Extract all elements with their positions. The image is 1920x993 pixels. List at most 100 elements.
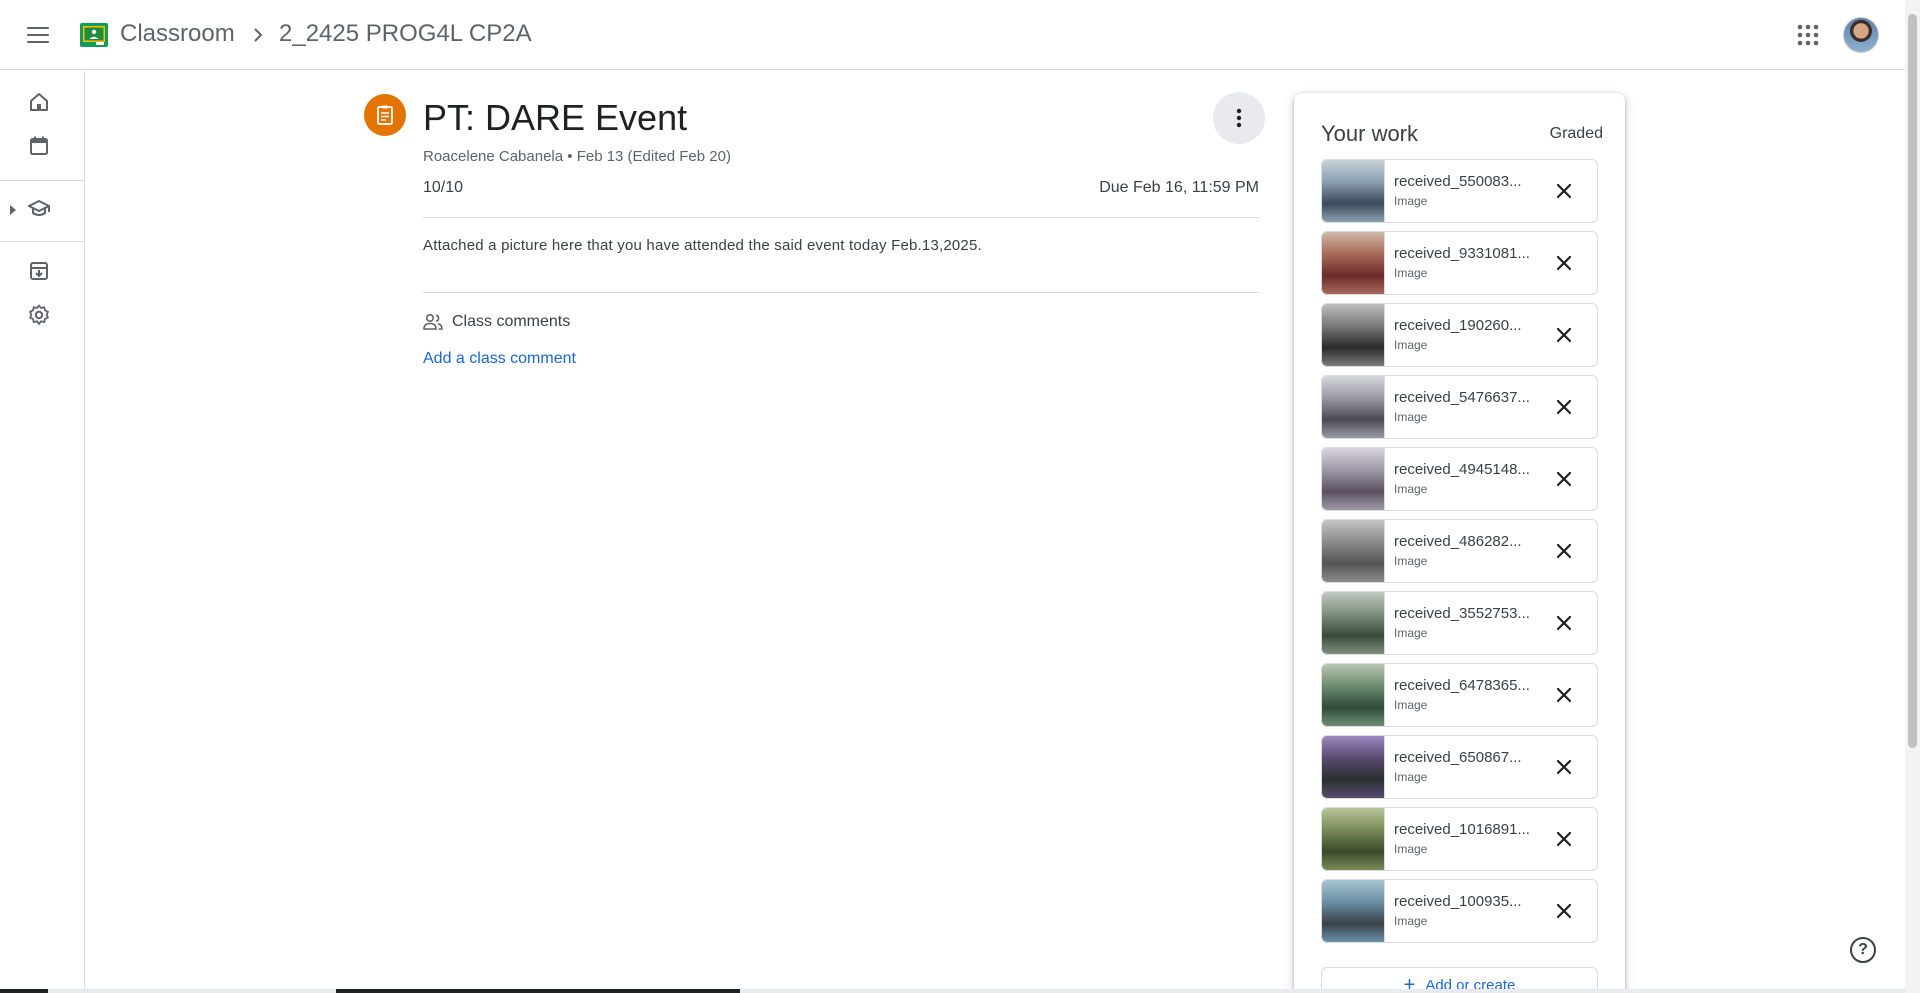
people-icon [423,313,443,330]
close-icon [1556,615,1572,631]
remove-attachment-button[interactable] [1548,895,1580,927]
attachment-type: Image [1394,338,1428,352]
bottom-progress-strip [0,989,1905,993]
remove-attachment-button[interactable] [1548,247,1580,279]
image-thumbnail [1322,160,1385,222]
assignment-points: 10/10 [423,179,464,196]
classroom-logo[interactable] [80,23,108,47]
chevron-right-icon [254,28,263,42]
more-options-button[interactable] [1213,92,1265,144]
rail-archived[interactable] [22,254,56,288]
attachment-name: received_1016891... [1394,821,1530,838]
expand-caret-icon[interactable] [9,204,17,216]
divider [423,217,1259,218]
clipboard-icon [377,105,393,125]
attachment-name: received_650867... [1394,749,1522,766]
rail-settings[interactable] [22,298,56,332]
work-status: Graded [1549,125,1603,142]
assignment-instructions: Attached a picture here that you have at… [423,237,982,254]
attachment-card[interactable]: received_6478365... Image [1321,663,1598,727]
divider [423,292,1259,293]
attachment-list: received_550083... Image received_9331081.… [1321,159,1598,951]
course-title[interactable]: 2_2425 PROG4L CP2A [279,18,532,50]
image-thumbnail [1322,808,1385,870]
image-thumbnail [1322,880,1385,942]
remove-attachment-button[interactable] [1548,751,1580,783]
close-icon [1556,399,1572,415]
attachment-type: Image [1394,482,1428,496]
account-avatar[interactable] [1843,17,1879,53]
rail-divider [0,180,85,181]
add-class-comment-link[interactable]: Add a class comment [423,349,576,369]
attachment-card[interactable]: received_190260... Image [1321,303,1598,367]
assignment-icon [364,94,406,136]
image-thumbnail [1322,304,1385,366]
attachment-card[interactable]: received_3552753... Image [1321,591,1598,655]
google-apps-icon[interactable] [1794,21,1822,49]
app-title[interactable]: Classroom [120,18,235,50]
remove-attachment-button[interactable] [1548,463,1580,495]
attachment-card[interactable]: received_486282... Image [1321,519,1598,583]
rail-home[interactable] [22,85,56,119]
remove-attachment-button[interactable] [1548,319,1580,351]
attachment-type: Image [1394,266,1428,280]
remove-attachment-button[interactable] [1548,823,1580,855]
assignment-title: PT: DARE Event [423,97,688,138]
attachment-card[interactable]: received_9331081... Image [1321,231,1598,295]
attachment-card[interactable]: received_4945148... Image [1321,447,1598,511]
attachment-name: received_9331081... [1394,245,1530,262]
close-icon [1556,687,1572,703]
attachment-name: received_6478365... [1394,677,1530,694]
close-icon [1556,543,1572,559]
attachment-name: received_190260... [1394,317,1522,334]
calendar-icon [30,136,48,155]
scrollbar-thumb[interactable] [1908,14,1917,748]
attachment-type: Image [1394,698,1428,712]
attachment-card[interactable]: received_100935... Image [1321,879,1598,943]
main-menu-button[interactable] [18,17,58,53]
settings-icon [29,304,49,325]
main-menu-icon [27,27,49,43]
help-button[interactable]: ? [1850,937,1876,963]
image-thumbnail [1322,376,1385,438]
close-icon [1556,255,1572,271]
close-icon [1556,903,1572,919]
remove-attachment-button[interactable] [1548,175,1580,207]
attachment-type: Image [1394,554,1428,568]
image-thumbnail [1322,448,1385,510]
attachment-name: received_3552753... [1394,605,1530,622]
class-comments-title: Class comments [452,313,571,330]
remove-attachment-button[interactable] [1548,607,1580,639]
remove-attachment-button[interactable] [1548,391,1580,423]
close-icon [1556,759,1572,775]
more-vert-icon [1236,108,1242,128]
rail-divider [0,241,85,242]
rail-calendar[interactable] [22,129,56,163]
remove-attachment-button[interactable] [1548,535,1580,567]
attachment-type: Image [1394,626,1428,640]
archived-classes-icon [30,262,48,280]
attachment-type: Image [1394,842,1428,856]
remove-attachment-button[interactable] [1548,679,1580,711]
assignment-meta: Roacelene Cabanela • Feb 13 (Edited Feb … [423,148,731,165]
attachment-card[interactable]: received_650867... Image [1321,735,1598,799]
attachment-type: Image [1394,194,1428,208]
close-icon [1556,831,1572,847]
attachment-card[interactable]: received_5476637... Image [1321,375,1598,439]
close-icon [1556,327,1572,343]
enrolled-icon [28,200,50,216]
attachment-card[interactable]: received_1016891... Image [1321,807,1598,871]
rail-enrolled[interactable] [22,192,56,226]
image-thumbnail [1322,736,1385,798]
attachment-name: received_4945148... [1394,461,1530,478]
image-thumbnail [1322,232,1385,294]
assignment-due-date: Due Feb 16, 11:59 PM [1099,179,1259,196]
close-icon [1556,471,1572,487]
home-icon [30,93,48,111]
attachment-card[interactable]: received_550083... Image [1321,159,1598,223]
close-icon [1556,183,1572,199]
attachment-name: received_100935... [1394,893,1522,910]
image-thumbnail [1322,592,1385,654]
your-work-panel: Your work Graded received_550083... Image… [1294,93,1625,993]
attachment-type: Image [1394,914,1428,928]
